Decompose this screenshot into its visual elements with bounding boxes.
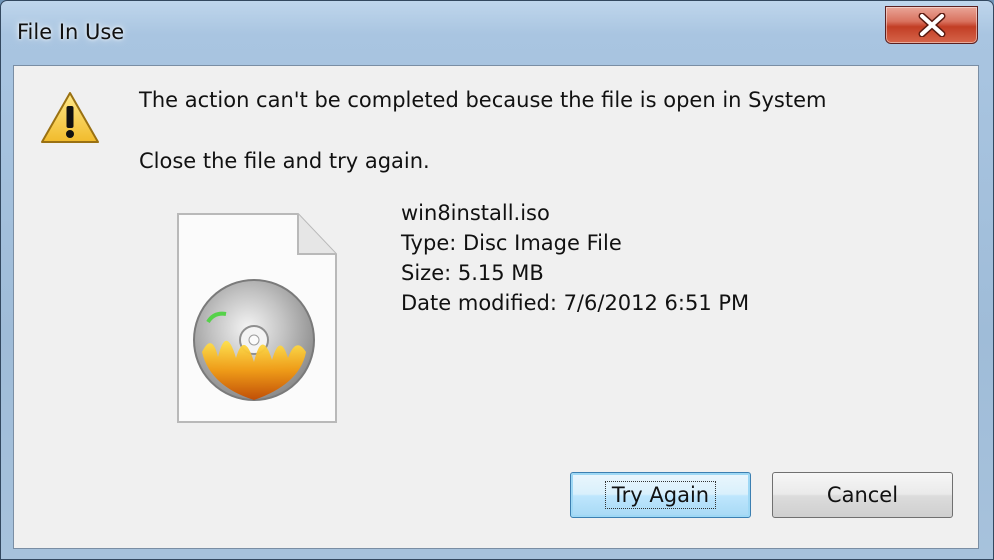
try-again-label: Try Again <box>604 481 717 509</box>
dialog-content: The action can't be completed because th… <box>13 65 979 549</box>
warning-icon <box>41 92 99 143</box>
file-type: Type: Disc Image File <box>401 231 622 255</box>
file-size: Size: 5.15 MB <box>401 261 544 285</box>
cancel-button[interactable]: Cancel <box>772 472 953 518</box>
file-name: win8install.iso <box>401 201 550 225</box>
instruction-text: Close the file and try again. <box>139 149 430 173</box>
file-date-modified: Date modified: 7/6/2012 6:51 PM <box>401 291 750 315</box>
cancel-label: Cancel <box>826 483 899 507</box>
window-title: File In Use <box>17 20 125 44</box>
error-message: The action can't be completed because th… <box>139 88 827 112</box>
dialog-window: File In Use The action can't be complete… <box>0 0 994 560</box>
disc-image-file-icon <box>177 213 337 423</box>
close-button[interactable] <box>885 6 978 44</box>
try-again-button[interactable]: Try Again <box>570 472 751 518</box>
close-icon <box>918 13 946 37</box>
